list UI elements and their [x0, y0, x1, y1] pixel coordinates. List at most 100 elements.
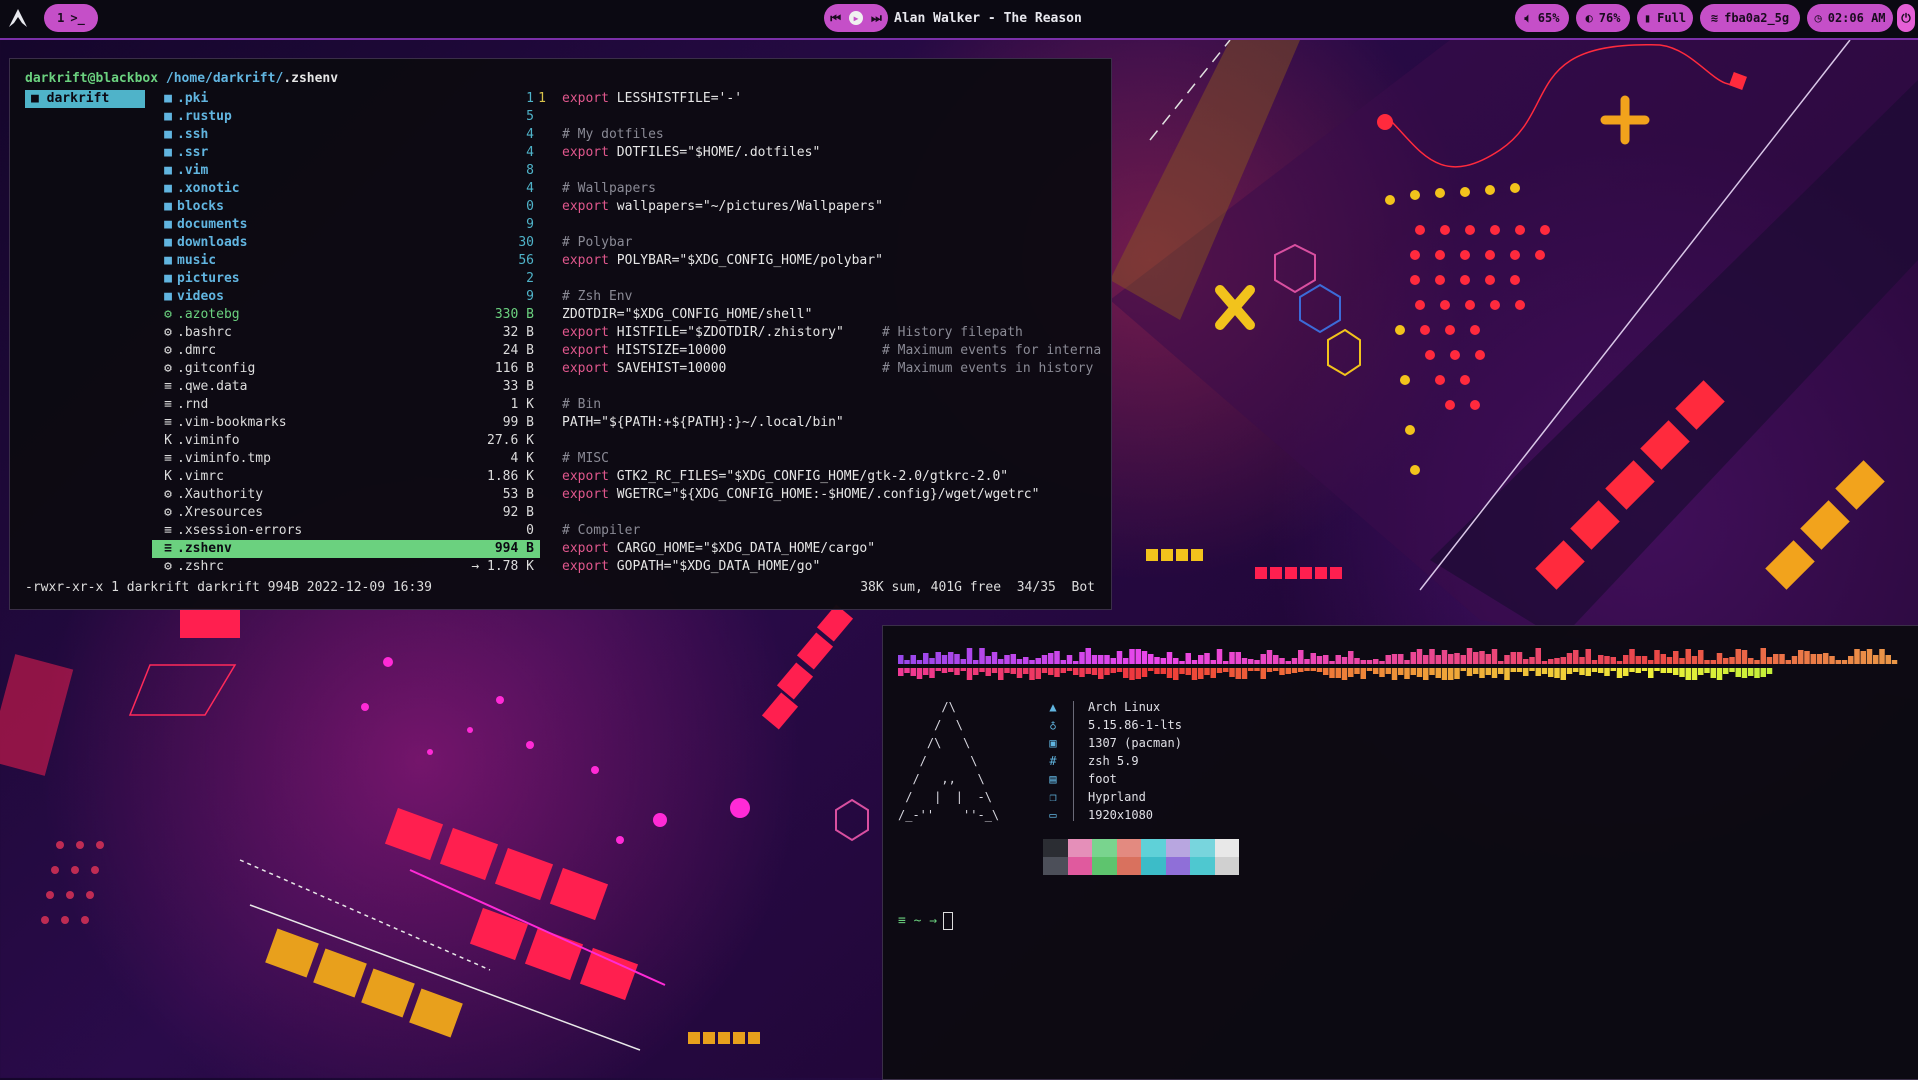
- visualizer-bar: [1091, 668, 1098, 675]
- brightness-icon: ◐: [1585, 11, 1593, 25]
- visualizer-bar: [1029, 660, 1035, 664]
- visualizer-bar: [1348, 651, 1354, 664]
- visualizer-bar: [898, 668, 904, 676]
- visualizer-bar: [1416, 649, 1423, 664]
- clock-module[interactable]: ◷ 02:06 AM: [1807, 4, 1893, 32]
- shell-prompt[interactable]: ≡ ~ →: [898, 912, 954, 930]
- visualizer-bar: [1098, 668, 1104, 679]
- file-list-item[interactable]: ≡ .qwe.data 33 B: [152, 378, 540, 396]
- visualizer-bar: [910, 655, 916, 664]
- workspace-indicator[interactable]: 1 >_: [44, 4, 98, 32]
- file-list-item[interactable]: ⚙ .bashrc 32 B: [152, 324, 540, 342]
- preview-line: 1 export LESSHISTFILE='-': [528, 90, 1108, 108]
- visualizer-bar: [1016, 659, 1023, 664]
- visualizer-bar: [1748, 668, 1754, 676]
- visualizer-bar: [1229, 668, 1235, 677]
- file-list-item[interactable]: ■ pictures 2: [152, 270, 540, 288]
- parent-dir-item[interactable]: ■ darkrift: [25, 90, 145, 108]
- file-list-item[interactable]: ■ .ssr 4: [152, 144, 540, 162]
- next-track-icon[interactable]: ⏭: [871, 11, 882, 26]
- lf-file-manager-window[interactable]: darkrift@blackbox /home/darkrift/.zshenv…: [9, 58, 1112, 610]
- terminal-window[interactable]: /\ / \ /\ \ / \ / ,, \ / | | -\ /_-'' ''…: [882, 625, 1918, 1080]
- palette-swatch: [1043, 839, 1068, 857]
- file-list-item[interactable]: ⚙ .dmrc 24 B: [152, 342, 540, 360]
- code-text: # Wallpapers: [562, 181, 656, 196]
- visualizer-bar: [1454, 653, 1460, 664]
- play-icon[interactable]: ▶: [849, 11, 863, 25]
- visualizer-bar: [1329, 661, 1335, 664]
- visualizer-bar: [1504, 668, 1510, 680]
- folder-icon: ■: [164, 127, 172, 142]
- file-name: .rustup: [177, 109, 232, 124]
- visualizer-bar: [1216, 668, 1223, 673]
- inline-comment: # Maximum events for interna: [882, 343, 1102, 358]
- file-size: 27.6 K: [487, 433, 534, 448]
- visualizer-bar: [1541, 668, 1548, 674]
- file-list-item[interactable]: ⚙ .Xresources 92 B: [152, 504, 540, 522]
- visualizer-bar: [1504, 655, 1510, 664]
- code-text: export SAVEHIST=10000: [562, 361, 727, 376]
- visualizer-bar: [966, 648, 973, 664]
- top-bar: 1 >_ ⏮ ▶ ⏭ Alan Walker - The Reason 🔈︎ 6…: [0, 0, 1918, 40]
- folder-icon: ■: [164, 109, 172, 124]
- power-button[interactable]: ⏻: [1897, 4, 1915, 32]
- file-list-item[interactable]: ■ videos 9: [152, 288, 540, 306]
- folder-icon: ■: [164, 199, 172, 214]
- file-list-item[interactable]: ⚙ .gitconfig 116 B: [152, 360, 540, 378]
- visualizer-bar: [966, 668, 973, 680]
- folder-icon: ■: [164, 181, 172, 196]
- visualizer-bar: [1366, 668, 1373, 671]
- file-list-item[interactable]: ■ .ssh 4: [152, 126, 540, 144]
- arch-launcher-icon[interactable]: [8, 8, 28, 28]
- visualizer-bar: [1816, 654, 1823, 664]
- file-list-item[interactable]: K .vimrc 1.86 K: [152, 468, 540, 486]
- file-list-item[interactable]: ≡ .vim-bookmarks 99 B: [152, 414, 540, 432]
- wifi-module[interactable]: ≋ fba0a2_5g: [1700, 4, 1800, 32]
- file-list-item[interactable]: K .viminfo 27.6 K: [152, 432, 540, 450]
- file-list-item[interactable]: ≡ .rnd 1 K: [152, 396, 540, 414]
- sysinfo-divider: [1073, 701, 1074, 821]
- visualizer-bar: [1716, 668, 1723, 680]
- preview-line: [528, 108, 1108, 126]
- brightness-module[interactable]: ◐ 76%: [1576, 4, 1630, 32]
- visualizer-bar: [1391, 668, 1398, 680]
- file-list-item[interactable]: ⚙ .zshrc → 1.78 K: [152, 558, 540, 576]
- preview-line: export SAVEHIST=10000 # Maximum events in…: [528, 360, 1108, 378]
- visualizer-bar: [960, 668, 966, 671]
- visualizer-bar: [1604, 656, 1610, 664]
- file-name: .ssr: [177, 145, 209, 160]
- code-text: export HISTFILE="$ZDOTDIR/.zhistory": [562, 325, 844, 340]
- file-list-item[interactable]: ≡ .viminfo.tmp 4 K: [152, 450, 540, 468]
- file-name: .viminfo: [177, 433, 240, 448]
- code-text: export LESSHISTFILE='-': [562, 91, 743, 106]
- file-list-item[interactable]: ■ .rustup 5: [152, 108, 540, 126]
- folder-icon: ■: [164, 271, 172, 286]
- battery-module[interactable]: ▮ Full: [1637, 4, 1693, 32]
- previous-track-icon[interactable]: ⏮: [830, 11, 841, 26]
- file-name: .zshrc: [177, 559, 224, 574]
- visualizer-bar: [973, 660, 979, 664]
- workspace-number: 1: [57, 11, 65, 25]
- file-list-item-selected[interactable]: ≡ .zshenv 994 B: [152, 540, 540, 558]
- vim-file-icon: K: [164, 433, 172, 448]
- file-list-item[interactable]: ⚙ .azotebg 330 B: [152, 306, 540, 324]
- visualizer-bar: [1085, 668, 1091, 674]
- file-list-item[interactable]: ■ .xonotic 4: [152, 180, 540, 198]
- file-list-item[interactable]: ⚙ .Xauthority 53 B: [152, 486, 540, 504]
- visualizer-bar: [1216, 649, 1223, 664]
- visualizer-bar: [1579, 668, 1585, 675]
- visualizer-bar: [1554, 668, 1560, 678]
- volume-module[interactable]: 🔈︎ 65%: [1515, 4, 1569, 32]
- file-list-item[interactable]: ■ .vim 8: [152, 162, 540, 180]
- file-list-item[interactable]: ■ music 56: [152, 252, 540, 270]
- file-list-item[interactable]: ■ .pki 1: [152, 90, 540, 108]
- file-list-item[interactable]: ■ downloads 30: [152, 234, 540, 252]
- visualizer-bar: [1079, 652, 1085, 664]
- sysinfo-value: Hyprland: [1088, 790, 1146, 804]
- file-list-item[interactable]: ■ documents 9: [152, 216, 540, 234]
- visualizer-bar: [1466, 648, 1473, 664]
- file-list-item[interactable]: ≡ .xsession-errors 0: [152, 522, 540, 540]
- visualizer-bar: [985, 656, 991, 664]
- preview-line: ZDOTDIR="$XDG_CONFIG_HOME/shell": [528, 306, 1108, 324]
- file-list-item[interactable]: ■ blocks 0: [152, 198, 540, 216]
